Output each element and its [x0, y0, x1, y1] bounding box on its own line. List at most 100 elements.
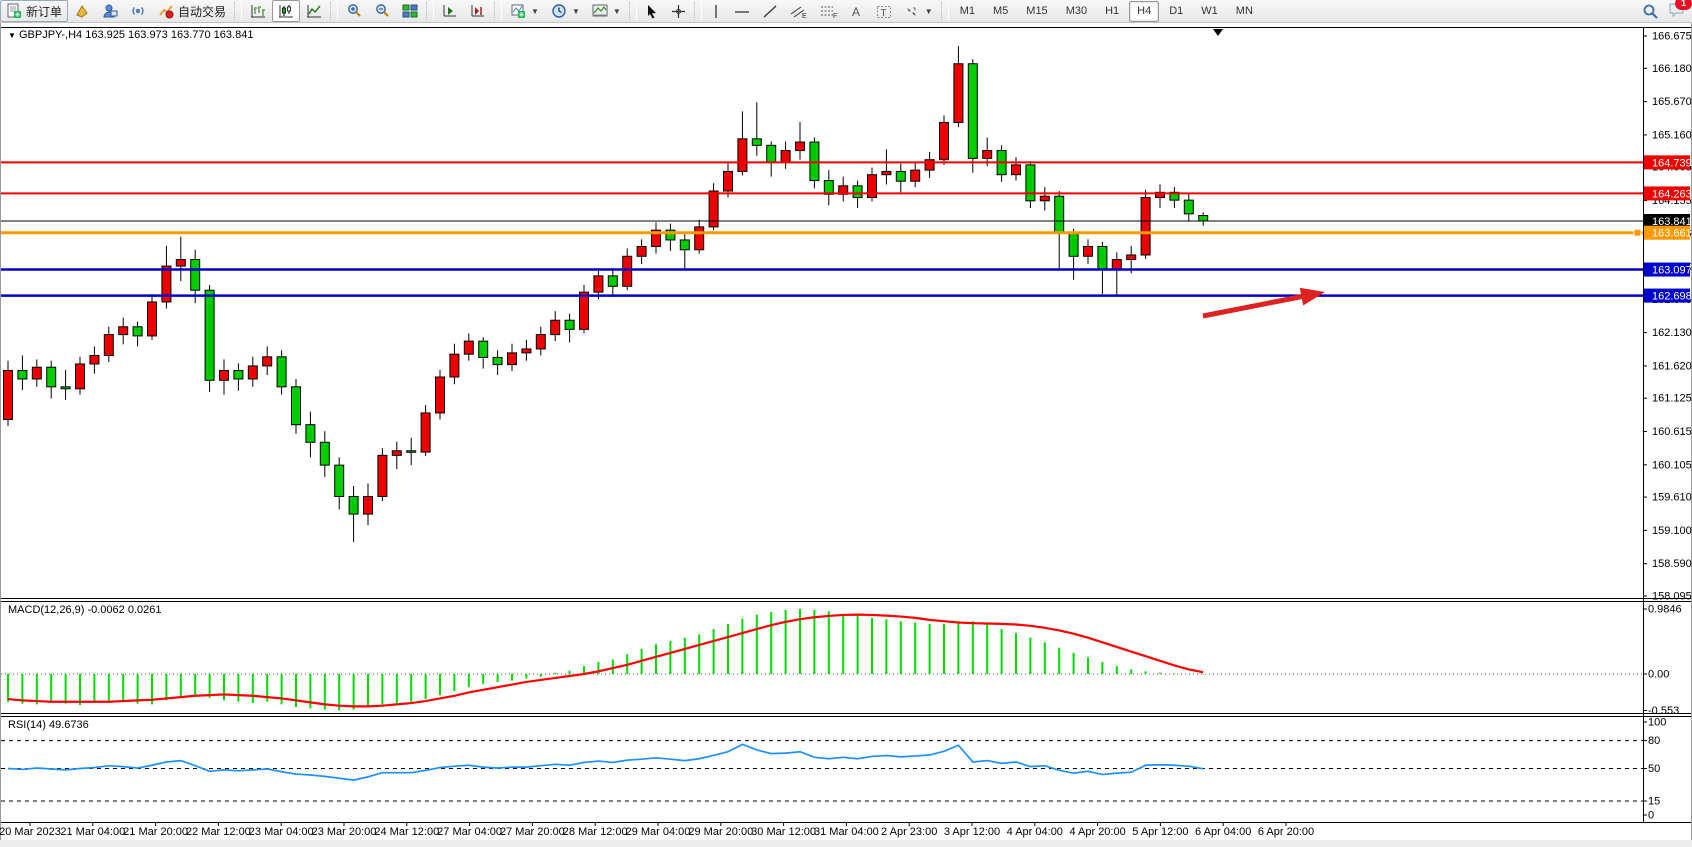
toolbar-separator: [494, 2, 502, 20]
price-tick-label: 162.130: [1652, 327, 1692, 339]
bar-chart-button[interactable]: [244, 0, 272, 22]
templates-button[interactable]: ▼: [586, 0, 627, 22]
chart-canvas[interactable]: 166.675166.180165.670165.160164.665164.1…: [0, 0, 1692, 847]
toolbar-separator: [941, 2, 949, 20]
line-chart-button[interactable]: [300, 0, 328, 22]
equidistant-channel-button[interactable]: E: [784, 0, 814, 22]
auto-trading-button[interactable]: 自动交易: [152, 0, 232, 22]
notification-badge[interactable]: 1: [1675, 0, 1692, 10]
new-order-button[interactable]: 新订单: [0, 0, 68, 22]
time-tick-label: 30 Mar 12:00: [751, 826, 816, 838]
trendline-button[interactable]: [756, 0, 784, 22]
timeframe-M15[interactable]: M15: [1018, 1, 1055, 22]
toolbar-separator: [330, 2, 338, 20]
price-tick-label: 158.590: [1652, 558, 1692, 570]
toolbar-separator: [694, 2, 702, 20]
price-tick-label: 165.670: [1652, 96, 1692, 108]
time-tick-label: 27 Mar 04:00: [437, 826, 502, 838]
time-tick-label: 23 Mar 04:00: [249, 826, 314, 838]
vertical-line-button[interactable]: [704, 0, 728, 22]
arrows-dropdown-caret: ▼: [925, 7, 933, 16]
time-tick-label: 6 Apr 20:00: [1258, 826, 1314, 838]
candle: [968, 59, 977, 173]
periods-button[interactable]: ▼: [545, 0, 586, 22]
chart-window-frame: [1, 23, 1692, 847]
chart-menu-triangle[interactable]: ▼: [8, 31, 16, 40]
text-button[interactable]: A: [844, 0, 870, 22]
candle: [580, 285, 589, 333]
rsi-tick-label: 50: [1648, 763, 1660, 775]
cursor-icon: [645, 4, 659, 19]
horizontal-line-button[interactable]: [728, 0, 756, 22]
time-tick-label: 28 Mar 12:00: [563, 826, 628, 838]
price-tick-label: 160.105: [1652, 459, 1692, 471]
time-tick-label: 5 Apr 12:00: [1132, 826, 1188, 838]
crosshair-button[interactable]: [665, 0, 692, 22]
chart-shift-icon: [470, 3, 486, 19]
tile-windows-button[interactable]: [396, 0, 424, 22]
terminal-button[interactable]: [96, 0, 124, 22]
candle: [378, 448, 387, 501]
time-tick-label: 6 Apr 04:00: [1195, 826, 1251, 838]
timeframe-M5[interactable]: M5: [985, 1, 1016, 22]
price-tick-label: 158.095: [1652, 590, 1692, 602]
timeframe-M1[interactable]: M1: [952, 1, 983, 22]
rsi-tick-label: 0: [1648, 810, 1654, 822]
indicators-button[interactable]: ▼: [504, 0, 545, 22]
zoom-in-icon: [346, 3, 362, 19]
line-chart-icon: [306, 3, 322, 19]
auto-scroll-icon: [442, 3, 458, 19]
cursor-button[interactable]: [639, 0, 665, 22]
price-tick-label: 166.675: [1652, 31, 1692, 43]
notifications-button[interactable]: 1: [1668, 1, 1686, 22]
time-tick-label: 2 Apr 23:00: [881, 826, 937, 838]
terminal-icon: [102, 3, 118, 19]
candle: [436, 370, 445, 420]
candle: [940, 115, 949, 165]
arrows-button[interactable]: ▼: [898, 0, 939, 22]
price-tick-label: 159.100: [1652, 525, 1692, 537]
macd-indicator-label: MACD(12,26,9) -0.0062 0.0261: [8, 604, 161, 616]
zoom-out-button[interactable]: [368, 0, 396, 22]
arrows-icon: [904, 4, 920, 19]
macd-tick-label: 0.00: [1648, 669, 1669, 681]
timeframe-MN[interactable]: MN: [1228, 1, 1261, 22]
timeframe-W1[interactable]: W1: [1193, 1, 1226, 22]
timeframe-M30[interactable]: M30: [1058, 1, 1095, 22]
line-handle[interactable]: [1634, 229, 1641, 236]
window-bottom-strip: [0, 840, 1692, 847]
market-watch-button[interactable]: [68, 0, 96, 22]
auto-trading-icon: [158, 3, 174, 19]
auto-trading-label: 自动交易: [178, 3, 226, 20]
signals-icon: [130, 3, 146, 19]
time-tick-label: 21 Mar 04:00: [60, 826, 125, 838]
crosshair-icon: [671, 4, 686, 19]
price-tick-label: 159.610: [1652, 492, 1692, 504]
price-label-text: 164.263: [1652, 188, 1692, 200]
indicators-icon: [510, 3, 526, 19]
text-label-button[interactable]: T: [870, 0, 898, 22]
fibonacci-button[interactable]: F: [814, 0, 844, 22]
candle: [205, 285, 214, 392]
candlestick-chart-button[interactable]: [272, 0, 300, 22]
candle: [1026, 161, 1035, 208]
candlestick-chart-icon: [278, 3, 294, 19]
equidistant-channel-icon: E: [790, 4, 808, 19]
timeframe-D1[interactable]: D1: [1161, 1, 1191, 22]
symbol-ohlc-header: ▼ GBPJPY-,H4 163.925 163.973 163.770 163…: [8, 29, 253, 41]
symbol-ohlc-text: GBPJPY-,H4 163.925 163.973 163.770 163.8…: [19, 29, 253, 41]
auto-scroll-button[interactable]: [436, 0, 464, 22]
timeframe-H1[interactable]: H1: [1097, 1, 1127, 22]
price-label-text: 163.661: [1652, 228, 1692, 240]
chart-shift-button[interactable]: [464, 0, 492, 22]
price-tick-label: 165.160: [1652, 129, 1692, 141]
trendline-icon: [762, 4, 778, 19]
indicators-dropdown-caret: ▼: [531, 7, 539, 16]
new-order-icon: [6, 3, 22, 19]
timeframe-H4[interactable]: H4: [1129, 1, 1159, 22]
rsi-tick-label: 80: [1648, 735, 1660, 747]
search-icon[interactable]: [1642, 3, 1660, 21]
signals-button[interactable]: [124, 0, 152, 22]
price-tick-label: 161.125: [1652, 393, 1692, 405]
zoom-in-button[interactable]: [340, 0, 368, 22]
